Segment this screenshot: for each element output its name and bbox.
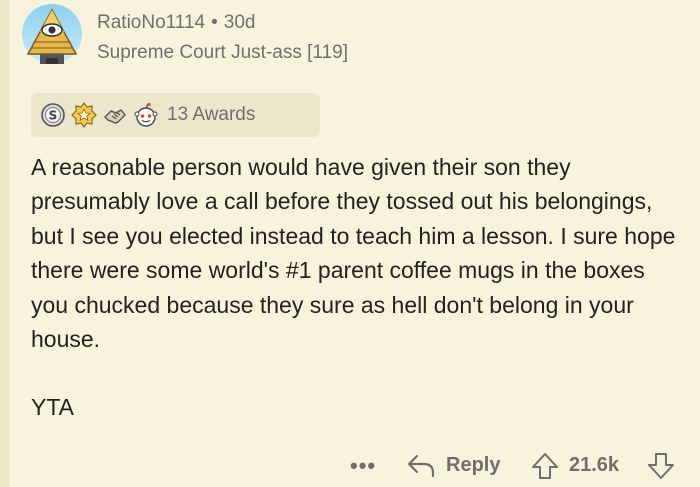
more-options-button[interactable]: ••• xyxy=(350,450,376,482)
comment-paragraph: A reasonable person would have given the… xyxy=(31,154,676,353)
handshake-award-icon xyxy=(104,109,126,124)
reply-arrow-icon[interactable] xyxy=(406,453,436,479)
username-link[interactable]: RatioNo1114 xyxy=(97,12,205,33)
comment-meta: RatioNo1114 • 30d xyxy=(97,12,255,34)
awards-bar[interactable]: S 13 Awards xyxy=(31,93,320,137)
snoo-face-award-icon xyxy=(134,102,158,127)
user-flair: Supreme Court Just-ass [119] xyxy=(97,42,348,63)
comment-verdict: YTA xyxy=(31,394,75,421)
reply-button[interactable]: Reply xyxy=(446,454,500,477)
user-avatar[interactable] xyxy=(20,2,84,66)
gold-badge-award-icon xyxy=(71,102,97,128)
comment-age: 30d xyxy=(223,12,256,33)
downvote-arrow-icon[interactable] xyxy=(646,452,676,480)
svg-text:S: S xyxy=(49,109,58,123)
upvote-arrow-icon[interactable] xyxy=(530,452,560,480)
meta-separator: • xyxy=(211,12,218,33)
thread-indent-line xyxy=(0,0,10,487)
comment-body: A reasonable person would have given the… xyxy=(31,150,681,425)
awards-count: 13 Awards xyxy=(167,104,256,125)
comment-card: RatioNo1114 • 30d Supreme Court Just-ass [… xyxy=(0,0,700,487)
vote-score: 21.6k xyxy=(569,454,620,476)
silver-award-icon: S xyxy=(41,103,65,127)
comment-action-bar: ••• Reply 21.6k xyxy=(350,450,690,482)
